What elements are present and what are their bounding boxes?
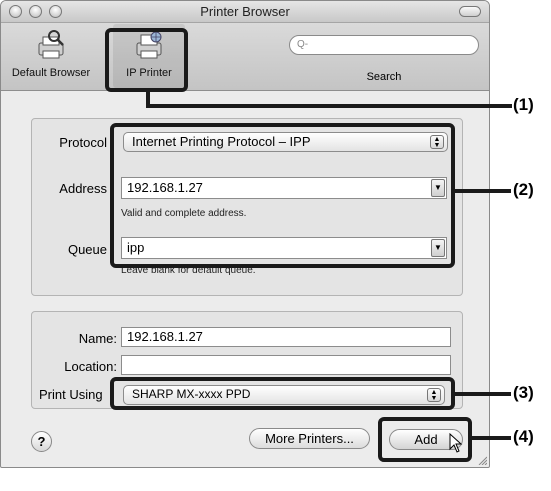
callout-leader-3 <box>455 392 511 396</box>
default-browser-icon <box>34 29 68 61</box>
more-printers-button[interactable]: More Printers... <box>249 428 370 449</box>
protocol-label: Protocol <box>59 135 107 150</box>
help-button[interactable]: ? <box>31 431 52 452</box>
callout-leader-4 <box>472 436 511 440</box>
name-label: Name: <box>78 331 117 346</box>
default-browser-label: Default Browser <box>11 67 91 79</box>
search-label: Search <box>366 71 402 83</box>
title-bar: Printer Browser <box>1 1 489 23</box>
default-browser-tab[interactable]: Default Browser <box>3 27 99 79</box>
callout-box-4 <box>378 417 472 462</box>
search-input[interactable]: Q- <box>289 35 479 55</box>
callout-label-4: (4) <box>513 427 534 446</box>
callout-leader-1b <box>146 104 512 108</box>
print-using-label: Print Using <box>39 387 103 402</box>
callout-box-1 <box>105 28 188 92</box>
callout-box-3 <box>110 377 455 410</box>
toolbar: Default Browser IP Printer Q- Search <box>1 23 489 91</box>
location-label: Location: <box>64 359 117 374</box>
window-title: Printer Browser <box>200 4 290 19</box>
queue-label: Queue <box>67 242 107 257</box>
toolbar-toggle-button[interactable] <box>459 6 481 17</box>
callout-label-1: (1) <box>513 95 534 114</box>
callout-label-2: (2) <box>513 180 534 199</box>
address-label: Address <box>59 181 107 196</box>
name-field[interactable]: 192.168.1.27 <box>121 327 451 347</box>
search-icon: Q- <box>297 39 309 50</box>
location-field[interactable] <box>121 355 451 375</box>
callout-label-3: (3) <box>513 383 534 402</box>
callout-leader-2 <box>455 189 511 193</box>
callout-box-2 <box>110 123 455 268</box>
resize-grip-icon[interactable] <box>477 455 487 465</box>
